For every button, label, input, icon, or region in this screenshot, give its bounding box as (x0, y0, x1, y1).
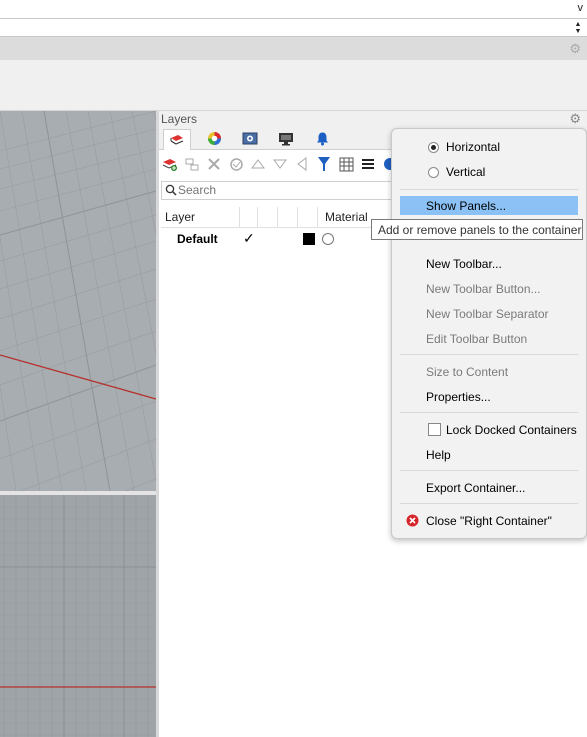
display-mode-icon (242, 132, 258, 144)
perspective-grid (0, 111, 156, 491)
menu-item-properties[interactable]: Properties... (426, 387, 491, 407)
command-spinner[interactable]: ▲ ▼ (573, 21, 583, 35)
column-layer[interactable]: Layer (163, 207, 240, 227)
filter-left-icon (297, 157, 307, 171)
menu-item-lock-docked[interactable]: Lock Docked Containers (446, 420, 577, 440)
column-color[interactable] (299, 207, 318, 227)
panel-gear-icon[interactable]: ⚙ (569, 111, 581, 127)
menu-item-new-toolbar-separator[interactable]: New Toolbar Separator (426, 304, 549, 324)
menu-item-size-to-content[interactable]: Size to Content (426, 362, 508, 382)
column-on[interactable] (259, 207, 278, 227)
tab-display[interactable] (237, 129, 263, 148)
menu-item-edit-toolbar-button[interactable]: Edit Toolbar Button (426, 329, 527, 349)
menu-separator (400, 470, 578, 471)
new-sublayer-icon (185, 158, 199, 170)
layer-search-box[interactable] (161, 181, 403, 200)
move-down-button[interactable] (271, 155, 289, 173)
new-layer-button[interactable] (161, 155, 179, 173)
toolbar-area (0, 60, 587, 111)
search-input[interactable] (178, 182, 398, 198)
menu-separator (400, 189, 578, 190)
toolbar-gear-icon[interactable]: ⚙ (569, 41, 581, 57)
radio-vertical[interactable] (428, 167, 439, 178)
tab-viewport[interactable] (273, 129, 299, 148)
command-prompt[interactable] (0, 19, 587, 37)
tooltip-text: Add or remove panels to the container (378, 223, 582, 237)
tab-layers[interactable] (163, 129, 191, 150)
menu-item-help[interactable]: Help (426, 445, 451, 465)
menu-item-vertical[interactable]: Vertical (446, 162, 485, 182)
radio-horizontal[interactable] (428, 142, 439, 153)
delete-icon (208, 158, 220, 170)
top-viewport[interactable] (0, 495, 156, 737)
move-up-icon (251, 159, 265, 169)
toolbar-tab-strip: ⚙ (0, 37, 587, 60)
command-history-dropdown-icon[interactable]: v (578, 2, 584, 14)
menu-item-close-container[interactable]: Close "Right Container" (426, 511, 552, 531)
menu-item-new-toolbar-button[interactable]: New Toolbar Button... (426, 279, 541, 299)
notifications-icon (316, 132, 328, 146)
filter-button[interactable] (315, 155, 333, 173)
menu-item-export-container[interactable]: Export Container... (426, 478, 525, 498)
material-circle-icon[interactable] (322, 233, 334, 245)
list-view-button[interactable] (359, 155, 377, 173)
menu-item-new-toolbar[interactable]: New Toolbar... (426, 254, 502, 274)
layers-icon (170, 135, 184, 145)
layers-panel-title: Layers (161, 112, 198, 126)
current-layer-checkmark[interactable]: ✓ (243, 230, 255, 247)
move-down-icon (273, 159, 287, 169)
layer-table-header: Layer Material (161, 207, 401, 228)
command-line[interactable]: v (0, 0, 587, 19)
delete-layer-button[interactable] (205, 155, 223, 173)
move-up-button[interactable] (249, 155, 267, 173)
search-icon (165, 184, 177, 196)
spinner-up-icon[interactable]: ▲ (573, 21, 583, 28)
container-context-menu: Horizontal Vertical Show Panels... New T… (391, 128, 587, 539)
tab-notifications[interactable] (309, 129, 335, 148)
tooltip: Add or remove panels to the container (371, 219, 583, 240)
purge-layer-button[interactable] (227, 155, 245, 173)
materials-icon (207, 132, 221, 145)
menu-separator (400, 354, 578, 355)
table-icon (339, 157, 353, 171)
table-view-button[interactable] (337, 155, 355, 173)
filter-icon (318, 157, 330, 171)
column-current[interactable] (239, 207, 258, 227)
viewport-icon (279, 132, 293, 145)
radio-selected-dot (431, 145, 436, 150)
menu-item-horizontal[interactable]: Horizontal (446, 137, 500, 157)
lock-docked-checkbox[interactable] (428, 423, 441, 436)
layers-panel-header: Layers ⚙ (159, 111, 587, 127)
move-left-button[interactable] (293, 155, 311, 173)
layer-name[interactable]: Default (177, 232, 218, 246)
new-layer-icon (162, 158, 177, 171)
menu-separator (400, 503, 578, 504)
column-lock[interactable] (279, 207, 298, 227)
close-circle-icon (406, 514, 419, 527)
layer-color-swatch[interactable] (303, 233, 315, 245)
new-sublayer-button[interactable] (183, 155, 201, 173)
list-icon (362, 159, 374, 169)
menu-separator (400, 412, 578, 413)
top-grid (0, 495, 156, 737)
tab-materials[interactable] (201, 129, 227, 148)
perspective-viewport[interactable] (0, 111, 156, 491)
table-row[interactable]: Default ✓ (161, 229, 401, 249)
menu-item-show-panels[interactable]: Show Panels... (426, 196, 506, 216)
spinner-down-icon[interactable]: ▼ (573, 28, 583, 35)
purge-icon (229, 157, 243, 171)
